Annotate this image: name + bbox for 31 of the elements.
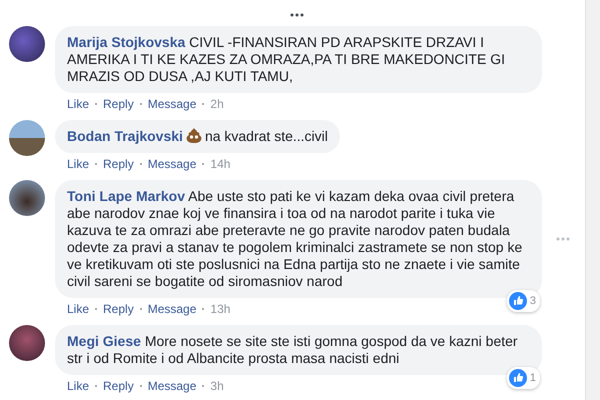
comment-action-link[interactable]: Message bbox=[148, 379, 196, 393]
comment-text: Marija Stojkovska CIVIL -FINANSIRAN PD ARAPSKITE DRZAVI I AMERIKA I TI KE KAZES ZA OMRAZA,PA TI BRE MAKEDONCITE GI MRAZIS OD DUSA ,AJ KUTI TAMU, bbox=[67, 34, 506, 85]
comment-action-link[interactable]: Message bbox=[148, 302, 196, 316]
avatar-photo[interactable] bbox=[9, 325, 45, 361]
avatar-photo[interactable] bbox=[9, 26, 45, 62]
comment-action-link[interactable]: Like bbox=[67, 97, 90, 111]
scrollbar[interactable] bbox=[585, 0, 600, 400]
comment-action-link[interactable]: Message bbox=[148, 97, 196, 111]
comment-action-link[interactable]: Like bbox=[67, 157, 90, 171]
more-comments-icon[interactable] bbox=[290, 12, 304, 18]
reaction-count: 1 bbox=[530, 370, 536, 386]
comment-action-link[interactable]: Reply bbox=[103, 97, 134, 111]
comment-action-link[interactable]: Reply bbox=[103, 302, 134, 316]
thumbs-up-icon bbox=[508, 369, 527, 387]
comment-action-link[interactable]: Reply bbox=[103, 157, 134, 171]
commenter-name[interactable]: Bodan Trajkovski bbox=[67, 128, 183, 144]
comment-action-link[interactable]: Reply bbox=[103, 379, 134, 393]
comment-action-link[interactable]: Like bbox=[67, 379, 90, 393]
comment-text: Bodan Trajkovski na kvadrat ste...civil bbox=[67, 128, 328, 145]
thumbs-up-icon bbox=[508, 292, 527, 310]
poop-icon bbox=[186, 128, 202, 143]
commenter-name[interactable]: Marija Stojkovska bbox=[67, 34, 186, 50]
comment-text: Toni Lape Markov Abe uste sto pati ke vi kazam deka ovaa civil pretera abe narodov znae koj ve finansira i toa od na narodot parite i tuka vie kazuva te za omrazi abe preteravte ne go pravite narodov paten budala odevte za pravi a stanav te pogolem kriminalci zastramete se non stop ke ve kretikuvam oti ste poslusnici na Edna partija sto ne znaete i vie samite civil sareni se bogatite od siromasniov narod bbox=[67, 188, 524, 290]
avatar-photo[interactable] bbox=[9, 180, 45, 216]
comment-action-link[interactable]: Message bbox=[148, 157, 196, 171]
comment-action-link[interactable]: Like bbox=[67, 302, 90, 316]
commenter-name[interactable]: Toni Lape Markov bbox=[67, 188, 185, 204]
commenter-name[interactable]: Megi Giese bbox=[67, 333, 141, 349]
comment-text: Megi Giese More nosete se site ste isti gomna gospod da ve kazni beter str i od Romite i od Albancite prosta masa nacisti edni bbox=[67, 333, 519, 367]
reaction-count: 3 bbox=[530, 294, 536, 308]
avatar-photo[interactable] bbox=[9, 120, 45, 156]
